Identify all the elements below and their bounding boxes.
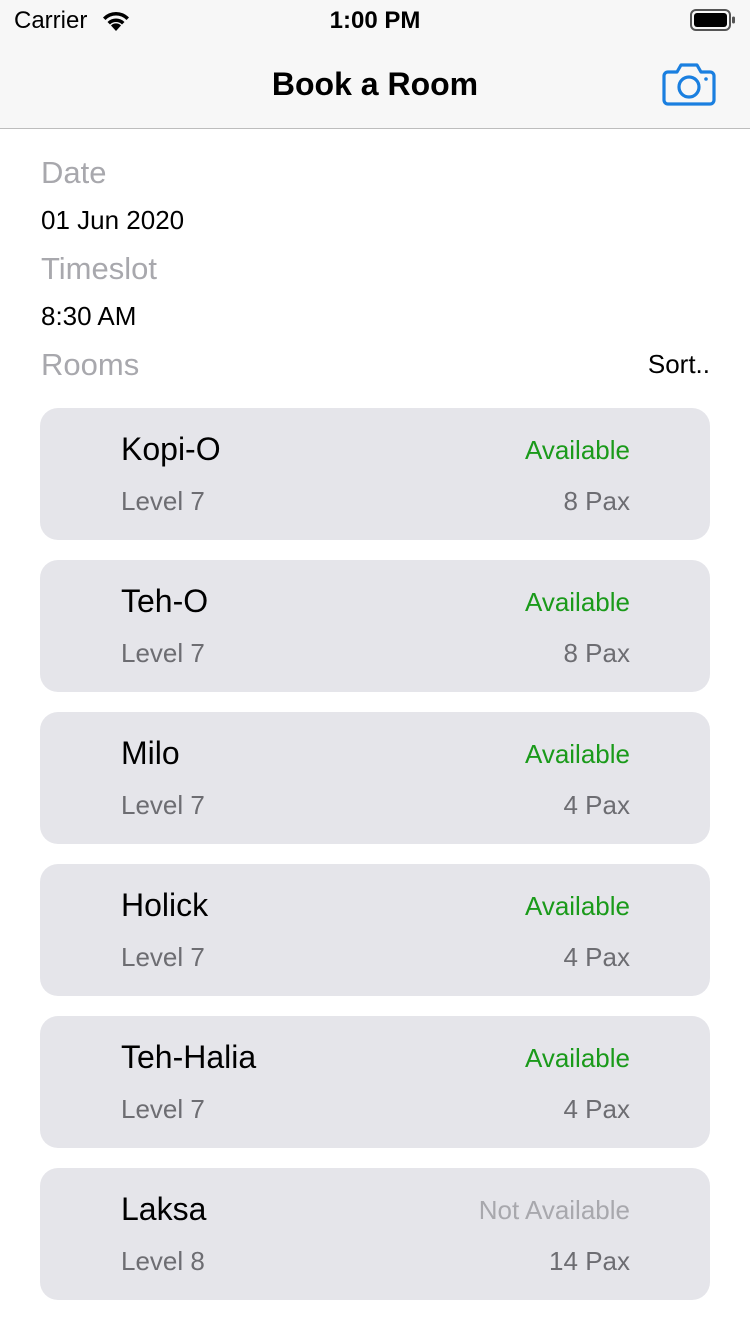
page-title: Book a Room bbox=[271, 66, 479, 102]
room-level: Level 7 bbox=[121, 486, 205, 516]
room-level: Level 7 bbox=[121, 1094, 205, 1124]
timeslot-value[interactable]: 8:30 AM bbox=[41, 300, 136, 332]
room-level: Level 8 bbox=[121, 1246, 205, 1276]
room-name: Milo bbox=[121, 735, 180, 771]
room-name: Holick bbox=[121, 887, 209, 923]
room-card[interactable]: Teh-O Available Level 7 8 Pax bbox=[40, 560, 710, 692]
room-name: Kopi-O bbox=[121, 431, 221, 467]
sort-button[interactable]: Sort.. bbox=[648, 348, 710, 380]
room-status: Available bbox=[524, 435, 630, 465]
camera-button[interactable] bbox=[662, 62, 716, 106]
navigation-bar: Book a Room bbox=[0, 40, 750, 129]
room-status: Available bbox=[524, 739, 630, 769]
camera-icon[interactable] bbox=[662, 63, 716, 110]
room-name: Teh-Halia bbox=[121, 1039, 257, 1075]
status-bar: Carrier 1:00 PM bbox=[0, 0, 750, 40]
rooms-label: Rooms bbox=[41, 347, 140, 382]
room-capacity: 8 Pax bbox=[563, 486, 631, 516]
room-level: Level 7 bbox=[121, 790, 205, 820]
room-status: Available bbox=[524, 587, 630, 617]
date-label: Date bbox=[41, 155, 107, 190]
room-level: Level 7 bbox=[121, 942, 205, 972]
date-value[interactable]: 01 Jun 2020 bbox=[41, 204, 184, 236]
room-level: Level 7 bbox=[121, 638, 205, 668]
room-card[interactable]: Kopi-O Available Level 7 8 Pax bbox=[40, 408, 710, 540]
room-status: Not Available bbox=[478, 1195, 630, 1225]
room-status: Available bbox=[524, 891, 630, 921]
room-name: Teh-O bbox=[121, 583, 209, 619]
room-list: Kopi-O Available Level 7 8 Pax Teh-O Ava… bbox=[40, 408, 710, 1320]
timeslot-label: Timeslot bbox=[41, 251, 157, 286]
room-capacity: 4 Pax bbox=[563, 790, 631, 820]
room-card[interactable]: Milo Available Level 7 4 Pax bbox=[40, 712, 710, 844]
room-card[interactable]: Laksa Not Available Level 8 14 Pax bbox=[40, 1168, 710, 1300]
room-capacity: 14 Pax bbox=[549, 1246, 630, 1276]
room-capacity: 4 Pax bbox=[563, 942, 631, 972]
room-status: Available bbox=[524, 1043, 630, 1073]
room-capacity: 8 Pax bbox=[563, 638, 631, 668]
room-card[interactable]: Teh-Halia Available Level 7 4 Pax bbox=[40, 1016, 710, 1148]
room-capacity: 4 Pax bbox=[563, 1094, 631, 1124]
room-name: Laksa bbox=[121, 1191, 207, 1227]
room-card[interactable]: Holick Available Level 7 4 Pax bbox=[40, 864, 710, 996]
battery-icon bbox=[690, 8, 736, 32]
clock-time: 1:00 PM bbox=[329, 7, 421, 34]
